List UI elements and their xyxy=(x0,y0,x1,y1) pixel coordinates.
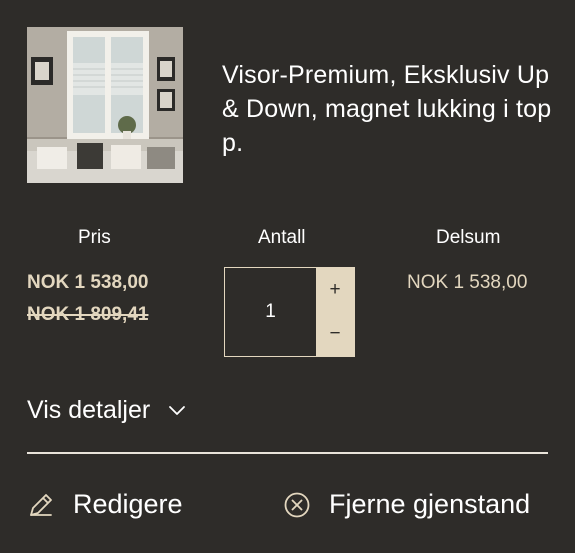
increase-quantity-button[interactable]: + xyxy=(316,268,354,312)
remove-item-label: Fjerne gjenstand xyxy=(329,489,531,519)
remove-item-button[interactable]: Fjerne gjenstand xyxy=(283,489,530,520)
divider xyxy=(27,452,548,454)
edit-label: Redigere xyxy=(73,489,183,519)
decrease-quantity-button[interactable]: − xyxy=(316,312,354,356)
original-price: NOK 1 809,41 xyxy=(27,304,149,325)
quantity-stepper-buttons: + − xyxy=(316,268,354,356)
show-details-toggle[interactable]: Vis detaljer xyxy=(27,396,186,425)
quantity-input[interactable]: 1 xyxy=(225,268,316,356)
subtotal-column-header: Delsum xyxy=(436,227,501,248)
close-circle-icon xyxy=(283,491,311,519)
edit-button[interactable]: Redigere xyxy=(27,489,183,520)
chevron-down-icon xyxy=(168,405,186,417)
line-subtotal: NOK 1 538,00 xyxy=(407,272,528,293)
current-price: NOK 1 538,00 xyxy=(27,272,149,293)
quantity-stepper: 1 + − xyxy=(224,267,355,357)
product-photo xyxy=(27,27,183,183)
product-image[interactable] xyxy=(27,27,183,183)
product-title: Visor-Premium, Eksklusiv Up & Down, magn… xyxy=(222,61,552,157)
quantity-column-header: Antall xyxy=(258,227,306,248)
show-details-label: Vis detaljer xyxy=(27,396,151,424)
pencil-icon xyxy=(27,491,55,519)
price-column-header: Pris xyxy=(78,227,111,248)
